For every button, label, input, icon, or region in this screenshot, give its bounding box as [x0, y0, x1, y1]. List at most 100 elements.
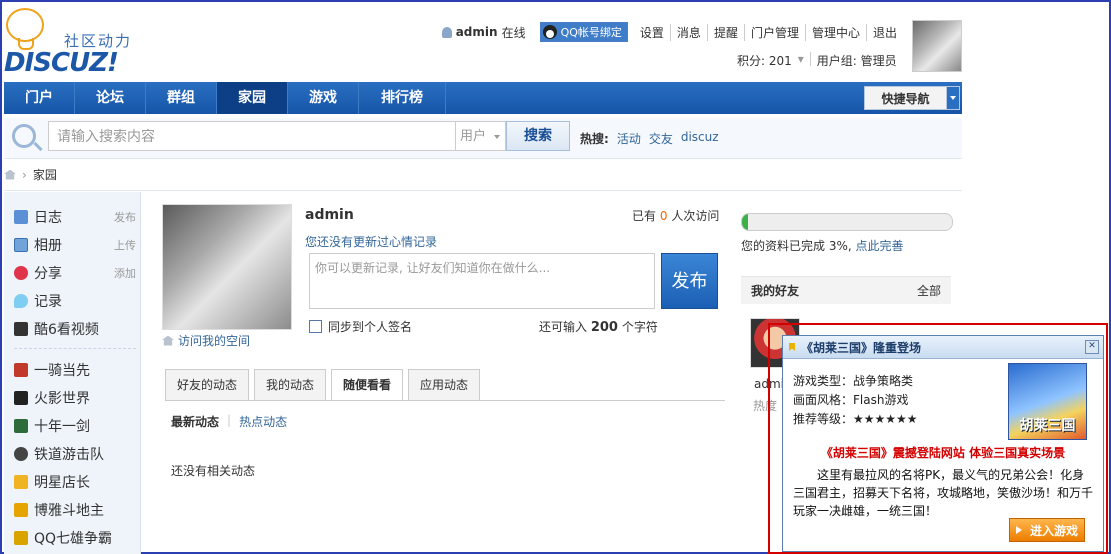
flag-icon — [789, 343, 795, 351]
sidebar-item-label: 相册 — [34, 238, 62, 254]
sidebar-app-item[interactable]: QQ七雄争霸 — [14, 527, 136, 549]
game-icon — [14, 363, 28, 377]
status-textarea[interactable]: 你可以更新记录, 让好友们知道你在做什么... — [309, 253, 655, 309]
sidebar-item-label: 日志 — [34, 210, 62, 226]
friends-all-link[interactable]: 全部 — [917, 282, 941, 299]
divider — [165, 400, 725, 401]
sidebar-app-item[interactable]: 火影世界 — [14, 387, 136, 409]
popup-headline[interactable]: 《胡莱三国》震撼登陆网站 体验三国真实场景 — [783, 444, 1103, 461]
enter-game-button[interactable]: 进入游戏 — [1009, 518, 1085, 542]
blog-icon — [14, 210, 28, 224]
site-logo[interactable]: 社区动力 DISCUZ! — [4, 8, 144, 80]
sidebar-app-item[interactable]: 一骑当先 — [14, 359, 136, 381]
divider — [4, 190, 962, 191]
empty-feed-message: 还没有相关动态 — [171, 464, 256, 478]
publish-button[interactable]: 发布 — [661, 253, 718, 309]
tab-my-feed[interactable]: 我的动态 — [254, 369, 327, 400]
profile-progress-bar — [741, 213, 953, 231]
sync-option[interactable]: 同步到个人签名 — [309, 318, 412, 335]
popup-title: 《胡莱三国》隆重登场 — [801, 340, 922, 355]
hot-label: 热搜: — [580, 132, 609, 146]
user-icon — [441, 26, 452, 38]
hot-searches: 热搜: 活动 交友 discuz — [580, 130, 719, 147]
close-icon[interactable]: ✕ — [1085, 340, 1099, 354]
game-logo-text: 胡莱三国 — [1019, 418, 1076, 434]
messages-link[interactable]: 消息 — [669, 23, 707, 41]
visit-space-link[interactable]: 访问我的空间 — [162, 332, 250, 349]
visit-space-label: 访问我的空间 — [178, 334, 251, 348]
hot-word[interactable]: 活动 — [617, 130, 641, 147]
game-icon — [14, 503, 28, 517]
settings-link[interactable]: 设置 — [634, 24, 670, 41]
usergroup-link[interactable]: 用户组: 管理员 — [817, 52, 897, 69]
nav-home[interactable]: 家园 — [217, 82, 288, 114]
logo-english: DISCUZ! — [4, 48, 119, 78]
search-button[interactable]: 搜索 — [506, 121, 570, 151]
sidebar-item-blog[interactable]: 日志 发布 — [14, 206, 136, 228]
reminders-link[interactable]: 提醒 — [706, 23, 744, 41]
tab-app-feed[interactable]: 应用动态 — [408, 369, 481, 400]
divider: | — [227, 413, 232, 427]
visit-count: 已有 0 人次访问 — [632, 207, 719, 224]
breadcrumb-current[interactable]: 家园 — [33, 166, 57, 183]
nav-forum[interactable]: 论坛 — [75, 82, 146, 114]
sidebar-item-album[interactable]: 相册 上传 — [14, 234, 136, 256]
sync-checkbox[interactable] — [309, 320, 322, 333]
nav-portal[interactable]: 门户 — [4, 82, 75, 114]
game-icon — [14, 531, 28, 545]
game-icon — [14, 391, 28, 405]
subtab-latest[interactable]: 最新动态 — [171, 413, 219, 430]
feed-subtabs: 最新动态 | 热点动态 — [171, 413, 287, 430]
complete-profile-link[interactable]: 点此完善 — [856, 239, 904, 253]
game-info: 游戏类型：战争策略类 画面风格：Flash游戏 推荐等级：★★★★★★ — [793, 372, 918, 429]
divider — [809, 52, 811, 66]
sidebar-item-share[interactable]: 分享 添加 — [14, 262, 136, 284]
sidebar-app-label: 火影世界 — [34, 391, 90, 407]
chars-prefix: 还可输入 — [539, 320, 588, 334]
logout-link[interactable]: 退出 — [865, 23, 903, 41]
tab-friends-feed[interactable]: 好友的动态 — [165, 369, 250, 400]
nav-ranking[interactable]: 排行榜 — [359, 82, 446, 114]
portal-admin-link[interactable]: 门户管理 — [743, 23, 805, 41]
sidebar-action[interactable]: 发布 — [114, 209, 136, 225]
home-icon[interactable] — [4, 169, 16, 180]
admin-center-link[interactable]: 管理中心 — [804, 23, 866, 41]
hot-word[interactable]: 交友 — [649, 130, 673, 147]
hot-word[interactable]: discuz — [681, 130, 719, 147]
sidebar-action[interactable]: 添加 — [114, 265, 136, 281]
nav-games[interactable]: 游戏 — [288, 82, 359, 114]
info-row: 推荐等级：★★★★★★ — [793, 412, 918, 426]
search-input[interactable]: 请输入搜索内容 — [48, 121, 456, 151]
subtab-hot[interactable]: 热点动态 — [239, 413, 287, 430]
qq-penguin-icon — [542, 25, 557, 39]
progress-fill — [742, 214, 749, 230]
user-avatar[interactable] — [912, 20, 962, 72]
home-icon — [162, 335, 174, 346]
credits-link[interactable]: 积分: 201 — [737, 52, 792, 69]
sidebar-app-item[interactable]: 明星店长 — [14, 471, 136, 493]
quick-nav-button[interactable]: 快捷导航 — [864, 86, 960, 110]
sidebar-app-item[interactable]: 铁道游击队 — [14, 443, 136, 465]
search-type-select[interactable]: 用户 — [456, 121, 506, 151]
sidebar-item-doing[interactable]: 记录 — [14, 290, 136, 312]
mood-link[interactable]: 您还没有更新过心情记录 — [305, 233, 437, 250]
sidebar-app-item[interactable]: 十年一剑 — [14, 415, 136, 437]
sidebar-app-item[interactable]: 博雅斗地主 — [14, 499, 136, 521]
sidebar-app-label: 十年一剑 — [34, 419, 90, 435]
sidebar-app-label: 铁道游击队 — [34, 447, 104, 463]
qq-bind-button[interactable]: QQ帐号绑定 — [539, 22, 628, 42]
username-link[interactable]: admin — [456, 25, 498, 39]
doing-icon — [14, 294, 28, 308]
sidebar-item-video[interactable]: 酷6看视频 — [14, 318, 136, 340]
search-icon — [12, 124, 36, 148]
profile-avatar[interactable] — [162, 204, 292, 330]
game-popup: 《胡莱三国》隆重登场 ✕ 游戏类型：战争策略类 画面风格：Flash游戏 推荐等… — [782, 335, 1104, 552]
chevron-down-icon[interactable]: ▾ — [798, 52, 804, 69]
sidebar-action[interactable]: 上传 — [114, 237, 136, 253]
nav-group[interactable]: 群组 — [146, 82, 217, 114]
tab-browse[interactable]: 随便看看 — [331, 369, 404, 401]
visit-prefix: 已有 — [632, 209, 657, 223]
share-icon — [14, 266, 28, 280]
game-logo[interactable]: 胡莱三国 — [1008, 363, 1087, 440]
qq-bind-label: QQ帐号绑定 — [560, 26, 622, 39]
